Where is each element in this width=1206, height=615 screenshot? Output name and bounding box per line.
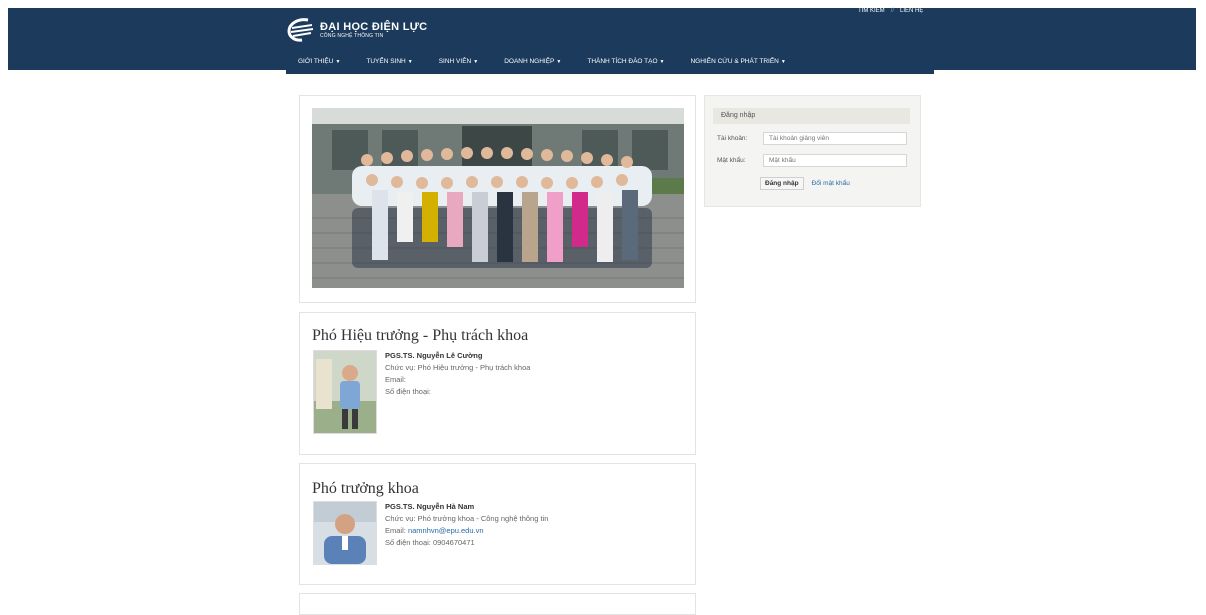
group-photo-card — [299, 95, 696, 303]
login-button[interactable]: Đăng nhập — [760, 177, 804, 190]
username-input[interactable] — [763, 132, 907, 145]
staff-info: PGS.TS. Nguyễn Hà Nam Chức vụ: Phó trưởn… — [385, 501, 548, 549]
staff-name: PGS.TS. Nguyễn Hà Nam — [385, 502, 475, 511]
top-link-separator: // — [890, 8, 895, 14]
staff-phone: Số điện thoại: — [385, 387, 431, 396]
password-row: Mật khẩu: — [717, 154, 907, 167]
nav-item-students[interactable]: SINH VIÊN ▼ — [439, 58, 478, 65]
staff-card-vice-dean: Phó trưởng khoa PGS.TS. Nguyễn Hà Nam Ch… — [299, 463, 696, 585]
top-link-search[interactable]: TÌM KIẾM — [858, 8, 885, 14]
nav-item-research[interactable]: NGHIÊN CỨU & PHÁT TRIỂN ▼ — [690, 58, 785, 65]
caret-down-icon: ▼ — [780, 59, 786, 65]
avatar — [313, 350, 377, 434]
password-label: Mật khẩu: — [717, 157, 746, 164]
caret-down-icon: ▼ — [335, 59, 341, 65]
staff-position: Chức vụ: Phó Hiệu trưởng - Phụ trách kho… — [385, 363, 531, 372]
username-label: Tài khoản: — [717, 135, 748, 142]
site-logo[interactable]: ĐẠI HỌC ĐIỆN LỰC CÔNG NGHỆ THÔNG TIN — [286, 17, 427, 43]
nav-underline — [286, 70, 934, 74]
password-input[interactable] — [763, 154, 907, 167]
staff-info: PGS.TS. Nguyễn Lê Cường Chức vụ: Phó Hiệ… — [385, 350, 530, 398]
staff-email: Email: — [385, 375, 406, 384]
staff-name: PGS.TS. Nguyễn Lê Cường — [385, 351, 483, 360]
nav-item-intro[interactable]: GIỚI THIỆU ▼ — [298, 58, 340, 65]
username-row: Tài khoản: — [717, 132, 907, 145]
avatar — [313, 501, 377, 565]
staff-card-vice-rector: Phó Hiệu trưởng - Phụ trách khoa PGS.TS.… — [299, 312, 696, 455]
next-staff-card — [299, 593, 696, 615]
staff-email-link[interactable]: namnhvn@epu.edu.vn — [408, 526, 484, 535]
logo-subtitle: CÔNG NGHỆ THÔNG TIN — [320, 32, 384, 39]
change-password-link[interactable]: Đổi mật khẩu — [812, 180, 850, 187]
nav-item-admission[interactable]: TUYỂN SINH ▼ — [366, 58, 412, 65]
caret-down-icon: ▼ — [407, 59, 413, 65]
main-nav: GIỚI THIỆU ▼ TUYỂN SINH ▼ SINH VIÊN ▼ DOANH… — [298, 58, 812, 65]
caret-down-icon: ▼ — [473, 59, 479, 65]
login-box: Đăng nhập Tài khoản: Mật khẩu: — [704, 95, 921, 207]
staff-phone: Số điện thoại: 0904670471 — [385, 538, 475, 547]
caret-down-icon: ▼ — [659, 59, 665, 65]
top-link-contact[interactable]: LIÊN HỆ — [900, 8, 923, 14]
nav-item-business[interactable]: DOANH NGHIỆP ▼ — [504, 58, 561, 65]
logo-title: ĐẠI HỌC ĐIỆN LỰC — [320, 20, 428, 33]
caret-down-icon: ▼ — [556, 59, 562, 65]
section-title: Phó trưởng khoa — [312, 480, 419, 497]
group-photo — [312, 108, 684, 288]
login-actions: Đăng nhập Đổi mật khẩu — [760, 177, 850, 190]
staff-email: Email: namnhvn@epu.edu.vn — [385, 526, 484, 535]
nav-item-achievements[interactable]: THÀNH TÍCH ĐÀO TẠO ▼ — [587, 58, 664, 65]
logo-swoosh-icon — [287, 18, 314, 42]
login-title: Đăng nhập — [713, 108, 910, 124]
staff-position: Chức vụ: Phó trưởng khoa - Công nghệ thô… — [385, 514, 549, 523]
top-links: TÌM KIẾM // LIÊN HỆ — [858, 8, 923, 14]
section-title: Phó Hiệu trưởng - Phụ trách khoa — [312, 327, 529, 344]
